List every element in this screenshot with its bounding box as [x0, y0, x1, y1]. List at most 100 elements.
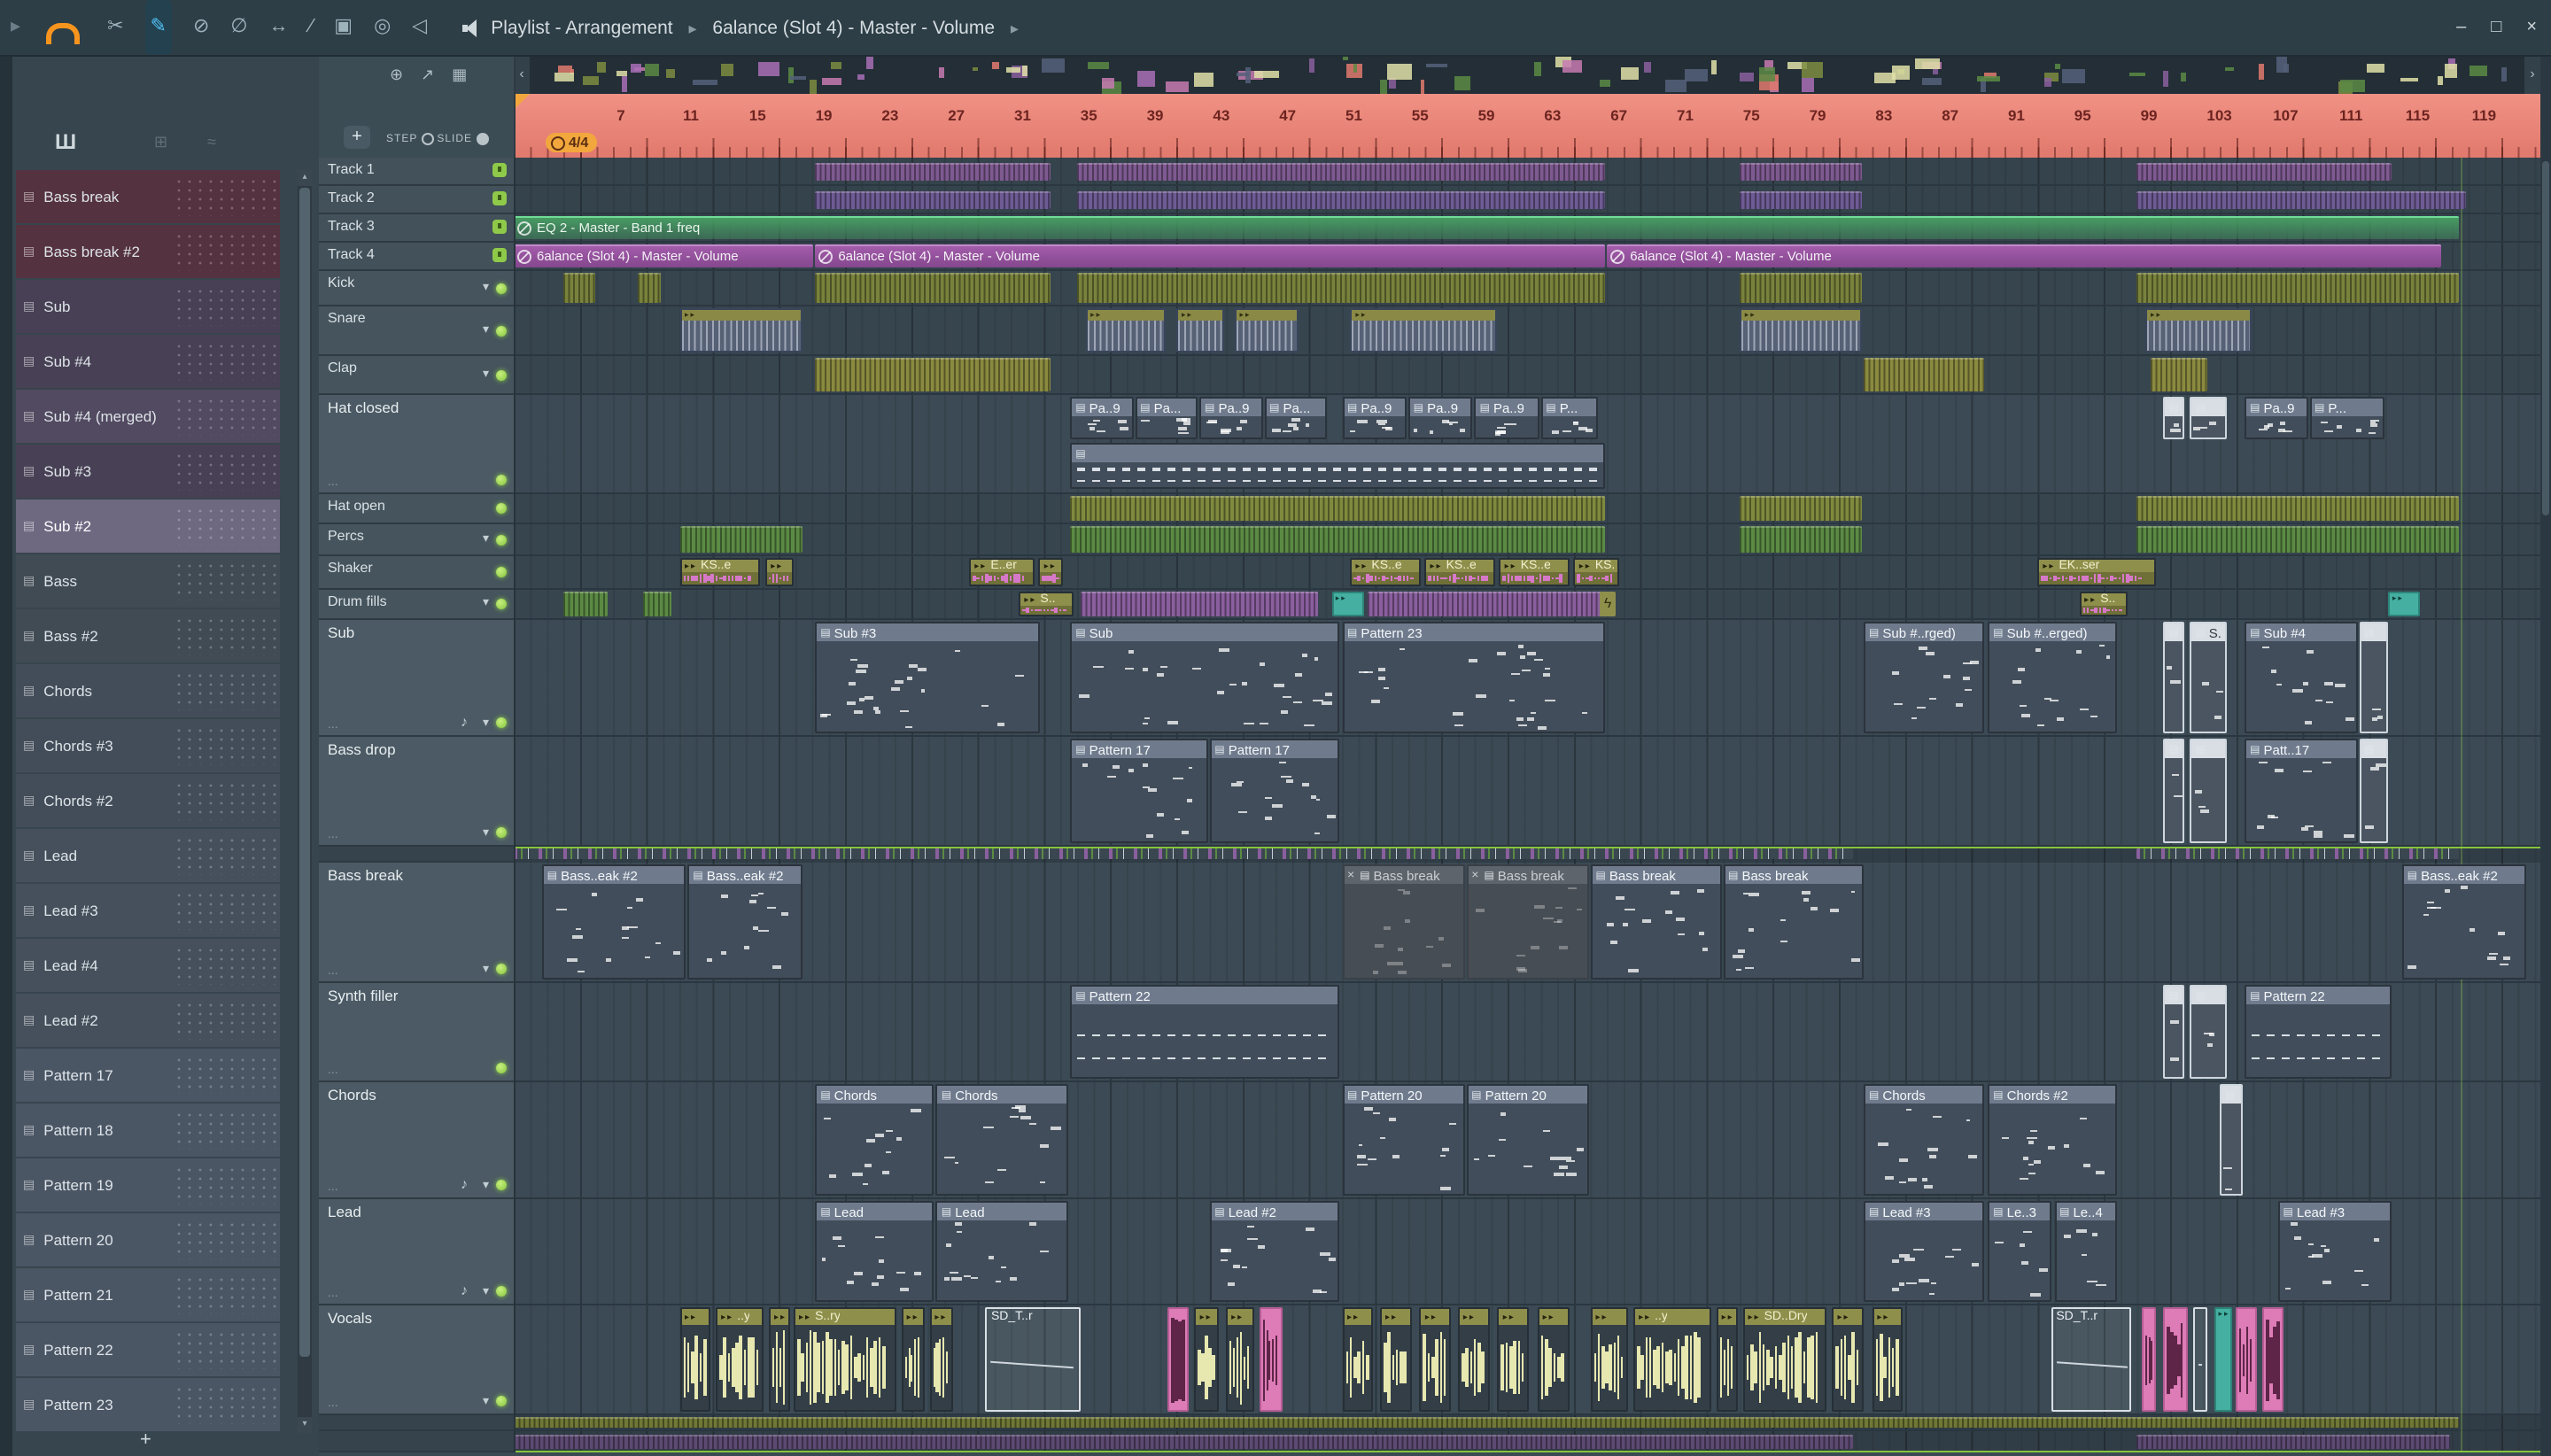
preview-tool-icon[interactable]: ◁ [412, 0, 427, 55]
pattern-clip[interactable]: ▤ Lead #2 [1209, 1201, 1340, 1302]
clip-header[interactable]: ▤ Sub #4 [2246, 623, 2356, 641]
zoom-tool-icon[interactable]: ◎ [374, 0, 391, 55]
track-header-strip2[interactable] [319, 1431, 514, 1452]
audio-clip[interactable] [2163, 1307, 2189, 1412]
pattern-clip[interactable]: ▤ Bass break [1590, 864, 1722, 980]
clip-header[interactable]: ▤ Chords #2 [1989, 1086, 2115, 1104]
clip-header[interactable]: ▸▸ KS..e [1352, 560, 1420, 572]
chevron-down-icon[interactable]: ▾ [483, 825, 489, 840]
mute-led[interactable] [496, 1180, 507, 1190]
slide-toggle[interactable] [476, 133, 489, 145]
scroll-right-icon[interactable]: › [2524, 55, 2540, 94]
drum-clip[interactable] [1076, 191, 1606, 209]
clip-header[interactable]: ▤ Pattern 22 [1072, 987, 1338, 1004]
audio-clip[interactable]: ▸▸ [1716, 1307, 1738, 1412]
grid-tool-icon[interactable]: ▦ [452, 66, 467, 85]
audio-clip[interactable] [2262, 1307, 2284, 1412]
pattern-filter-icon[interactable]: ⊞ [154, 133, 167, 152]
drum-clip[interactable] [1076, 273, 1606, 303]
clip-header[interactable]: EQ 2 - Master - Band 1 freq [517, 220, 700, 236]
pattern-clip[interactable]: ▤ Chords #2 [1988, 1084, 2117, 1196]
track-options[interactable]: ... [328, 1065, 338, 1077]
automation-clip[interactable]: 6alance (Slot 4) - Master - Volume [1607, 244, 2442, 267]
clip-header[interactable]: ▸▸ S.. [2081, 593, 2126, 606]
stretch-tool-icon[interactable]: ↔ [269, 0, 289, 55]
pattern-clip[interactable]: ▤ Pa... [1135, 397, 1198, 439]
clip-header[interactable]: ▤ Bass break [1725, 866, 1862, 884]
clip-header[interactable]: ▤ Lead #3 [1865, 1203, 1983, 1220]
clip-header[interactable]: ▤ [2191, 987, 2225, 1004]
pattern-list-item[interactable]: ▤ Sub #2 [16, 500, 280, 553]
clip-header[interactable]: ▤ Pa..9 [1072, 399, 1132, 416]
clip-header[interactable]: ▸▸ S.. [1020, 593, 1072, 606]
clip-header[interactable]: ▤ Sub #..rged) [1865, 623, 1983, 641]
clip-header[interactable]: ▤ Chords [1865, 1086, 1983, 1104]
pattern-clip[interactable]: ▤ Chords [1864, 1084, 1985, 1196]
audio-clip[interactable] [1259, 1307, 1283, 1412]
pattern-list-item[interactable]: ▤ Chords #2 [16, 774, 280, 827]
audio-clip[interactable]: ▸▸ KS..e [679, 558, 761, 586]
clip-header[interactable]: ▸▸ [1499, 1309, 1528, 1325]
drum-clip[interactable] [1076, 163, 1606, 181]
chevron-down-icon[interactable]: ▾ [483, 1284, 489, 1298]
pattern-list-item[interactable]: ▤ Sub #4 [16, 335, 280, 388]
clip-header[interactable]: ▸▸ [1539, 1309, 1568, 1325]
clip-header[interactable]: ▸▸ [1228, 1309, 1252, 1325]
clip-header[interactable]: ▸▸ [1087, 310, 1165, 321]
clip-header[interactable]: ▤ Pattern 17 [1072, 740, 1206, 758]
track-name[interactable]: Hat open [328, 498, 385, 514]
pattern-clip[interactable]: ▤ Sub #3 [815, 622, 1041, 733]
pattern-clip[interactable]: ▤ Pa..9 [1070, 397, 1134, 439]
pattern-clip[interactable]: ▤ [2163, 622, 2185, 733]
pattern-clip[interactable]: ▤ Bass..eak #2 [541, 864, 686, 980]
drum-clip[interactable] [2136, 273, 2459, 303]
pattern-list-item[interactable]: ▤ Bass [16, 554, 280, 608]
pattern-list-item[interactable]: ▤ Pattern 22 [16, 1323, 280, 1376]
pattern-clip[interactable]: ▤ Pa... [1264, 397, 1327, 439]
slice-tool-icon[interactable]: ∕ [310, 0, 314, 55]
track-name[interactable]: Track 3 [328, 218, 375, 234]
clip-header[interactable]: ▤ [1072, 445, 1604, 462]
clip-header[interactable]: ▤ [2221, 1086, 2242, 1104]
audio-clip[interactable]: ▸▸ S.. [2079, 592, 2128, 616]
pattern-clip[interactable]: ▤ [2220, 1084, 2244, 1196]
clip-header[interactable]: ▸▸ ..y [1635, 1309, 1710, 1325]
clip-header[interactable]: ▸▸ [767, 560, 792, 572]
audio-clip[interactable]: ▸▸ [1832, 1307, 1864, 1412]
drum-clip[interactable] [815, 358, 1051, 391]
clip-header[interactable]: ▤ Patt..17 [2246, 740, 2356, 758]
pattern-clip[interactable]: ▤ Patt..17 [2245, 739, 2358, 843]
pattern-list-item[interactable]: ▤ Sub #3 [16, 445, 280, 498]
audio-clip[interactable]: ▸▸ [768, 1307, 791, 1412]
step-toggle[interactable] [421, 133, 434, 145]
instrument-note-icon[interactable]: ♪ [461, 1176, 468, 1192]
pattern-clip[interactable]: ▤ Lead [935, 1201, 1069, 1302]
select-tool-icon[interactable]: ▣ [334, 0, 353, 55]
scroll-down-icon[interactable]: ▾ [298, 1417, 312, 1433]
drum-clip[interactable] [1368, 592, 1608, 616]
audio-clip[interactable]: ▸▸ [2388, 592, 2421, 616]
clip-header[interactable]: ▤ [2165, 623, 2183, 641]
maximize-button[interactable]: □ [2491, 18, 2501, 37]
pattern-clip[interactable]: ▤ Chords [815, 1084, 934, 1196]
scroll-up-icon[interactable]: ▴ [298, 170, 312, 186]
clip-header[interactable]: ▸▸KS.. [1575, 560, 1617, 572]
lock-icon[interactable] [492, 163, 507, 177]
pattern-list-item[interactable]: ▤ Bass break #2 [16, 225, 280, 278]
audio-clip[interactable]: ▸▸ E..er [969, 558, 1035, 586]
audio-clip[interactable]: ▸▸ [679, 1307, 711, 1412]
audio-clip[interactable]: ▸▸ [1419, 1307, 1452, 1412]
drum-clip[interactable] [563, 592, 609, 616]
drum-clip[interactable] [1739, 526, 1863, 553]
pattern-clip[interactable]: ▤ [2190, 985, 2227, 1079]
clip-header[interactable]: ▤ Bass..eak #2 [689, 866, 801, 884]
clip-header[interactable]: ▤ Pa..9 [1201, 399, 1261, 416]
instrument-note-icon[interactable]: ♪ [461, 1282, 468, 1298]
clip-header[interactable]: ▤ Lead #2 [1211, 1203, 1338, 1220]
drum-clip[interactable] [514, 1417, 2459, 1428]
mute-led[interactable] [496, 503, 507, 514]
pattern-clip[interactable]: ▤ Pattern 23 [1342, 622, 1606, 733]
track-name[interactable]: Sub [328, 623, 354, 641]
clip-header[interactable]: ▤ Pa..9 [2246, 399, 2307, 416]
chevron-down-icon[interactable]: ▾ [483, 366, 489, 380]
